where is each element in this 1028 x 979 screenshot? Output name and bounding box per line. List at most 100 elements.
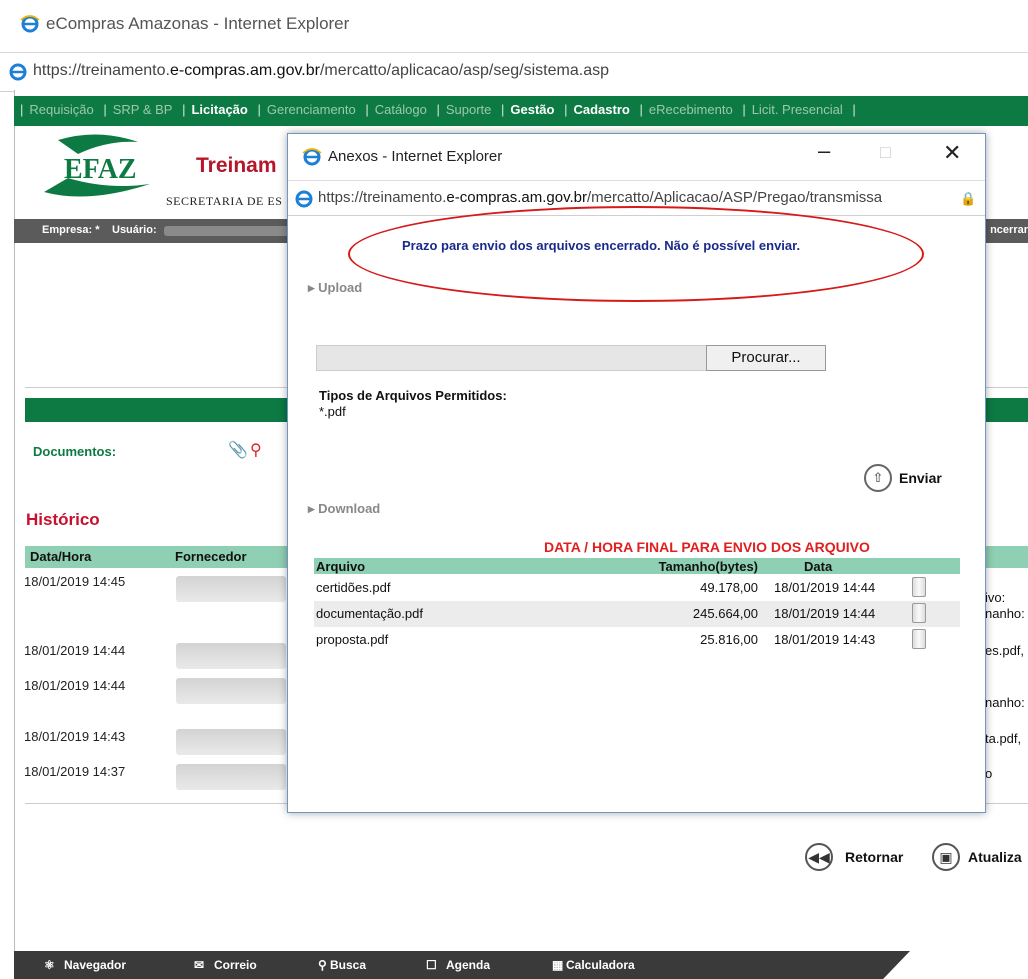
retornar-button[interactable]: Retornar [845, 849, 903, 865]
history-row-detail: es.pdf, [985, 643, 1025, 658]
address-bar[interactable]: https://treinamento.e-compras.am.gov.br/… [0, 52, 1028, 92]
search-icon: ⚲ [318, 958, 327, 972]
table-row: proposta.pdf 25.816,00 18/01/2019 14:43 [314, 627, 960, 653]
window-title: eCompras Amazonas - Internet Explorer [46, 14, 350, 33]
menu-item-cadastro[interactable]: Cadastro [573, 96, 629, 117]
popup-titlebar: Anexos - Internet Explorer – □ ✕ [288, 134, 985, 180]
history-row-detail: nanho: [985, 695, 1025, 710]
menu-item-srp-bp[interactable]: SRP & BP [113, 96, 173, 117]
trash-icon[interactable] [912, 603, 926, 623]
fornecedor-redacted [176, 576, 286, 602]
menu-item-requisicao[interactable]: Requisição [29, 96, 93, 117]
col-data-hora: Data/Hora [30, 549, 92, 564]
col-data: Data [804, 559, 833, 574]
busca-button[interactable]: Busca [330, 958, 366, 972]
col-fornecedor: Fornecedor [175, 549, 247, 564]
brand-title: Treinam [196, 154, 277, 177]
menu-item-catalogo[interactable]: Catálogo [375, 96, 427, 117]
usuario-value-redacted [164, 226, 294, 236]
files-table-header: Arquivo Tamanho(bytes) Data [314, 558, 960, 574]
highlight-ellipse [348, 206, 924, 302]
download-section[interactable]: ▸ Download [308, 501, 380, 517]
deadline-message: Prazo para envio dos arquivos encerrado.… [402, 238, 801, 253]
history-row-detail: ivo: [985, 590, 1006, 605]
minimize-icon[interactable]: – [818, 138, 830, 164]
trash-icon[interactable] [912, 577, 926, 597]
col-arquivo: Arquivo [316, 559, 366, 574]
brand-subtitle: SECRETARIA DE ES [166, 194, 283, 208]
upload-icon[interactable]: ⇧ [864, 464, 892, 492]
top-menu: | Requisição | SRP & BP | Licitação | Gerenc… [14, 96, 1028, 126]
file-size: 245.664,00 [692, 606, 758, 621]
fornecedor-redacted [176, 643, 286, 669]
history-row-datetime: 18/01/2019 14:45 [24, 574, 126, 589]
bottom-toolbar: ⚛ Navegador ✉ Correio ⚲ Busca ☐ Agenda ▦… [14, 951, 910, 979]
popup-title: Anexos - Internet Explorer [328, 148, 503, 165]
address-url[interactable]: https://treinamento.e-compras.am.gov.br/… [33, 62, 609, 80]
pin-icon[interactable]: ⚲ [250, 440, 262, 460]
file-size: 25.816,00 [700, 632, 758, 647]
browse-button[interactable]: Procurar... [706, 345, 826, 371]
file-size: 49.178,00 [700, 580, 758, 595]
history-row-detail: ta.pdf, [985, 731, 1022, 746]
close-icon[interactable]: ✕ [943, 140, 961, 166]
popup-address-url[interactable]: https://treinamento.e-compras.am.gov.br/… [318, 189, 958, 206]
paperclip-icon[interactable]: 📎 [228, 440, 248, 460]
correio-button[interactable]: Correio [214, 958, 257, 972]
menu-item-licit-presencial[interactable]: Licit. Presencial [752, 96, 843, 117]
menu-item-suporte[interactable]: Suporte [446, 96, 492, 117]
anexos-popup: Anexos - Internet Explorer – □ ✕ https:/… [287, 133, 986, 813]
ie-logo-icon [302, 148, 322, 166]
globe-icon: ⚛ [44, 958, 55, 972]
upload-section[interactable]: ▸ Upload [308, 280, 362, 296]
agenda-button[interactable]: Agenda [446, 958, 490, 972]
rewind-icon[interactable]: ◀◀ [805, 843, 833, 871]
file-name[interactable]: documentação.pdf [316, 606, 423, 621]
mail-icon: ✉ [194, 958, 205, 972]
menu-item-licitacao[interactable]: Licitação [191, 96, 247, 117]
history-row-datetime: 18/01/2019 14:43 [24, 729, 126, 744]
ie-page-icon [9, 63, 27, 81]
deadline-note: DATA / HORA FINAL PARA ENVIO DOS ARQUIVO [544, 539, 870, 555]
fornecedor-redacted [176, 678, 286, 704]
menu-item-erecebimento[interactable]: eRecebimento [649, 96, 733, 117]
col-tamanho: Tamanho(bytes) [658, 559, 758, 574]
sefaz-logo: EFAZ [44, 134, 150, 197]
ie-page-icon [295, 190, 313, 208]
svg-text:EFAZ: EFAZ [64, 154, 137, 185]
empresa-label: Empresa: * [42, 224, 100, 236]
save-icon[interactable]: ▣ [932, 843, 960, 871]
menu-item-gestao[interactable]: Gestão [510, 96, 554, 117]
file-date: 18/01/2019 14:44 [774, 606, 876, 621]
trash-icon[interactable] [912, 629, 926, 649]
history-row-datetime: 18/01/2019 14:37 [24, 764, 126, 779]
file-name[interactable]: proposta.pdf [316, 632, 388, 647]
file-name[interactable]: certidões.pdf [316, 580, 390, 595]
fornecedor-redacted [176, 764, 286, 790]
window-titlebar: eCompras Amazonas - Internet Explorer [0, 0, 1028, 52]
documentos-label: Documentos: [33, 444, 117, 459]
file-date: 18/01/2019 14:43 [774, 632, 876, 647]
table-row: certidões.pdf 49.178,00 18/01/2019 14:44 [314, 575, 960, 601]
navegador-button[interactable]: Navegador [64, 958, 126, 972]
usuario-label: Usuário: [112, 224, 157, 236]
menu-item-gerenciamento[interactable]: Gerenciamento [267, 96, 356, 117]
enviar-button[interactable]: Enviar [899, 470, 942, 486]
calculator-icon: ▦ [552, 958, 564, 972]
table-row: documentação.pdf 245.664,00 18/01/2019 1… [314, 601, 960, 627]
calculadora-button[interactable]: Calculadora [566, 958, 635, 972]
ie-logo-icon [20, 15, 40, 33]
lock-icon: 🔒 [960, 191, 977, 206]
allowed-types-value: *.pdf [319, 404, 346, 419]
maximize-icon[interactable]: □ [880, 142, 891, 163]
fornecedor-redacted [176, 729, 286, 755]
file-path-input[interactable] [316, 345, 708, 371]
atualizar-button[interactable]: Atualiza [968, 849, 1022, 865]
history-row-detail: nanho: [985, 606, 1025, 621]
history-row-datetime: 18/01/2019 14:44 [24, 678, 126, 693]
encerrar-link[interactable]: ncerrar [990, 224, 1028, 236]
file-date: 18/01/2019 14:44 [774, 580, 876, 595]
historico-title: Histórico [26, 510, 100, 529]
history-row-detail: o [985, 766, 993, 781]
calendar-icon: ☐ [426, 958, 437, 972]
